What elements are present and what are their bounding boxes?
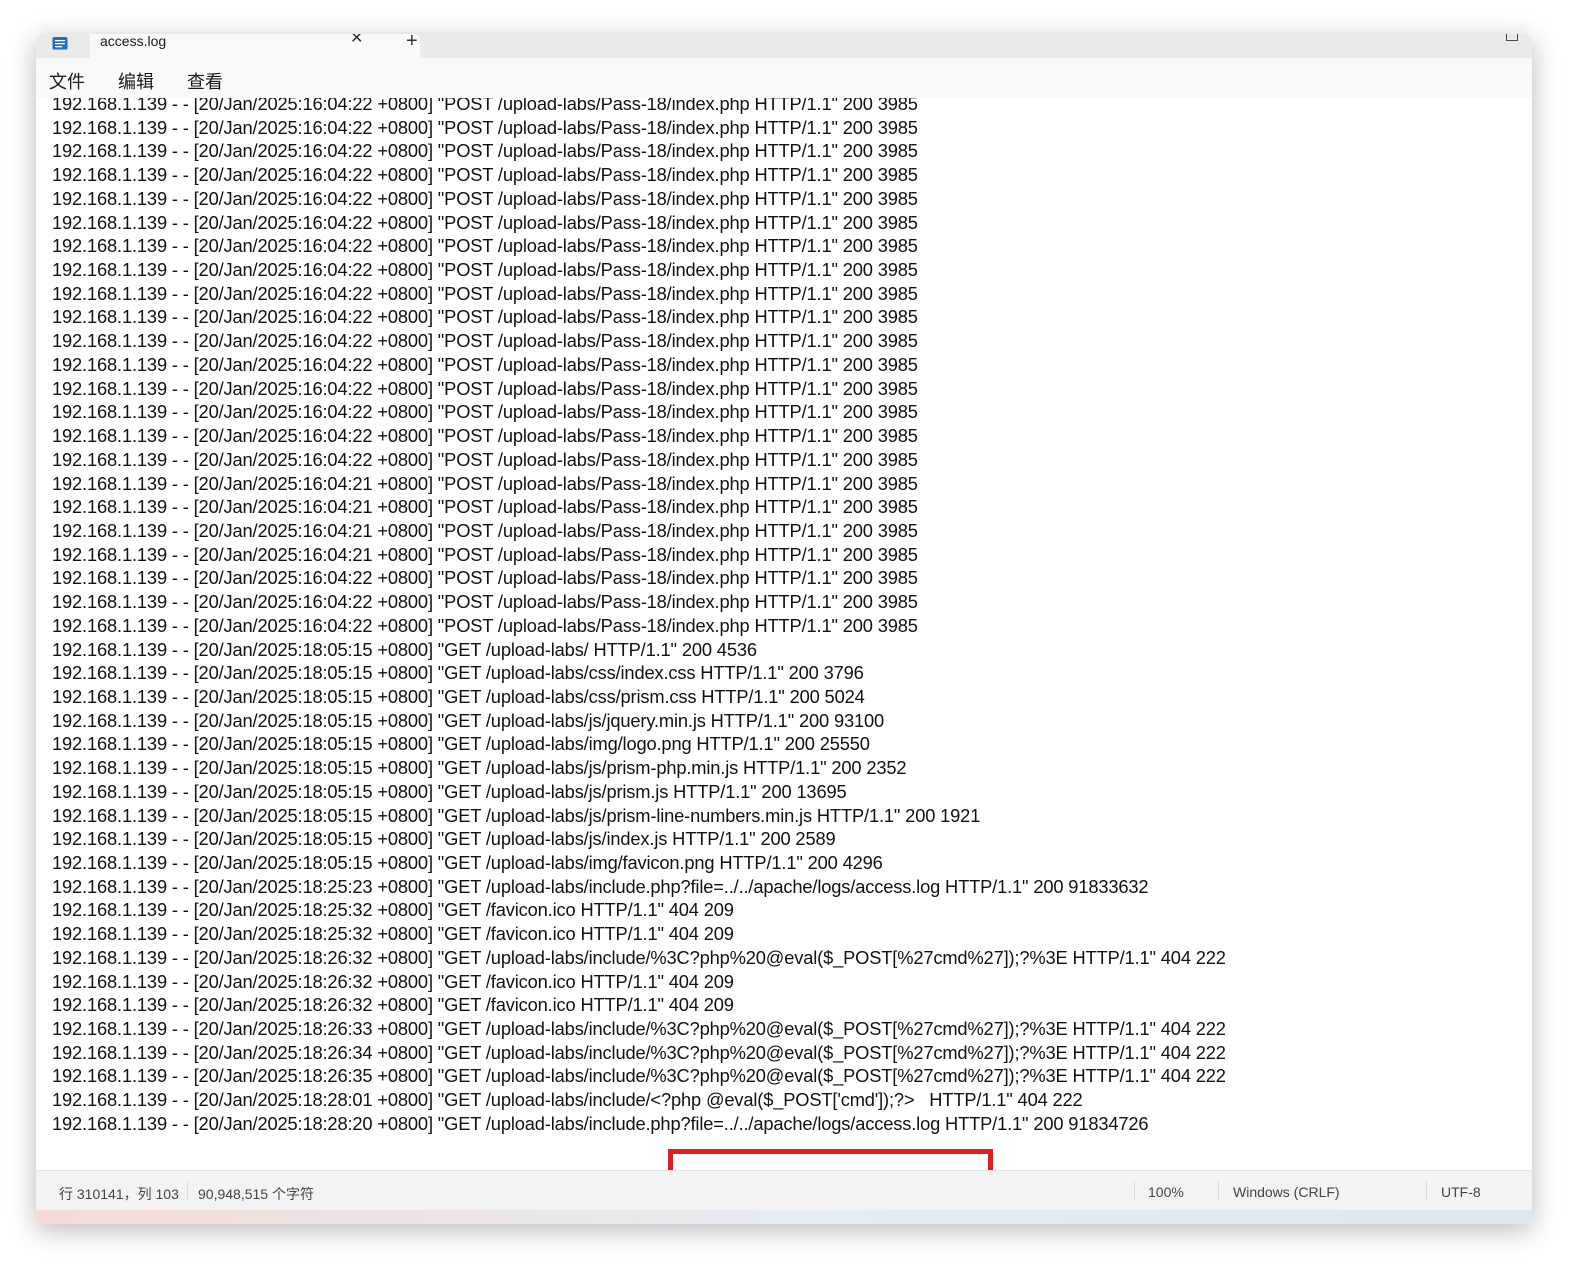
log-line: 192.168.1.139 - - [20/Jan/2025:16:04:22 … — [52, 448, 918, 470]
tab-access-log[interactable]: access.log ✕ — [90, 34, 420, 58]
log-line: 192.168.1.139 - - [20/Jan/2025:18:26:35 … — [52, 1065, 1226, 1087]
log-line: 192.168.1.139 - - [20/Jan/2025:18:25:32 … — [52, 923, 734, 945]
log-line: 192.168.1.139 - - [20/Jan/2025:18:26:32 … — [52, 994, 734, 1016]
log-line: 192.168.1.139 - - [20/Jan/2025:16:04:22 … — [52, 330, 918, 352]
log-line: 192.168.1.139 - - [20/Jan/2025:18:05:15 … — [52, 780, 847, 802]
log-line: 192.168.1.139 - - [20/Jan/2025:18:28:01 … — [52, 1089, 1083, 1111]
menu-edit[interactable]: 编辑 — [118, 68, 154, 94]
log-line: 192.168.1.139 - - [20/Jan/2025:18:05:15 … — [52, 662, 864, 684]
menu-file[interactable]: 文件 — [49, 68, 85, 94]
line-ending[interactable]: Windows (CRLF) — [1233, 1184, 1340, 1200]
log-line: 192.168.1.139 - - [20/Jan/2025:16:04:22 … — [52, 591, 918, 613]
log-line: 192.168.1.139 - - [20/Jan/2025:16:04:22 … — [52, 259, 918, 281]
log-line: 192.168.1.139 - - [20/Jan/2025:18:05:15 … — [52, 685, 865, 707]
log-line: 192.168.1.139 - - [20/Jan/2025:18:26:33 … — [52, 1018, 1226, 1040]
log-line: 192.168.1.139 - - [20/Jan/2025:18:05:15 … — [52, 733, 870, 755]
log-line: 192.168.1.139 - - [20/Jan/2025:16:04:22 … — [52, 306, 918, 328]
encoding[interactable]: UTF-8 — [1441, 1184, 1481, 1200]
plus-icon[interactable]: + — [406, 34, 418, 51]
log-line: 192.168.1.139 - - [20/Jan/2025:18:28:20 … — [52, 1112, 1149, 1134]
log-lines: 192.168.1.139 - - [20/Jan/2025:16:04:22 … — [52, 98, 1226, 1136]
log-line: 192.168.1.139 - - [20/Jan/2025:18:05:15 … — [52, 804, 981, 826]
log-line: 192.168.1.139 - - [20/Jan/2025:16:04:22 … — [52, 140, 918, 162]
cursor-position: 行 310141，列 103 — [59, 1186, 179, 1202]
log-line: 192.168.1.139 - - [20/Jan/2025:18:05:15 … — [52, 828, 836, 850]
menu-view[interactable]: 查看 — [187, 68, 223, 94]
character-count: 90,948,515 个字符 — [198, 1186, 314, 1202]
log-line: 192.168.1.139 - - [20/Jan/2025:16:04:22 … — [52, 377, 918, 399]
log-line: 192.168.1.139 - - [20/Jan/2025:18:05:15 … — [52, 638, 757, 660]
log-line: 192.168.1.139 - - [20/Jan/2025:18:25:23 … — [52, 875, 1149, 897]
log-line: 192.168.1.139 - - [20/Jan/2025:16:04:22 … — [52, 211, 918, 233]
log-line: 192.168.1.139 - - [20/Jan/2025:16:04:21 … — [52, 472, 918, 494]
log-line: 192.168.1.139 - - [20/Jan/2025:16:04:22 … — [52, 98, 918, 114]
tab-bar: access.log ✕ + — [36, 34, 1532, 58]
menu-bar: 文件 编辑 查看 — [36, 58, 1532, 98]
text-editor[interactable]: 192.168.1.139 - - [20/Jan/2025:16:04:22 … — [36, 98, 1532, 1170]
log-line: 192.168.1.139 - - [20/Jan/2025:18:05:15 … — [52, 757, 907, 779]
log-line: 192.168.1.139 - - [20/Jan/2025:16:04:22 … — [52, 425, 918, 447]
log-line: 192.168.1.139 - - [20/Jan/2025:18:05:15 … — [52, 852, 883, 873]
log-line: 192.168.1.139 - - [20/Jan/2025:16:04:22 … — [52, 567, 918, 589]
log-line: 192.168.1.139 - - [20/Jan/2025:18:25:32 … — [52, 899, 734, 921]
log-line: 192.168.1.139 - - [20/Jan/2025:16:04:22 … — [52, 235, 918, 257]
tab-title: access.log — [100, 34, 167, 49]
log-line: 192.168.1.139 - - [20/Jan/2025:18:05:15 … — [52, 709, 885, 731]
notepad-window: access.log ✕ + 文件 编辑 查看 192.168.1.139 - … — [36, 34, 1532, 1224]
log-line: 192.168.1.139 - - [20/Jan/2025:18:26:32 … — [52, 946, 1226, 968]
log-line: 192.168.1.139 - - [20/Jan/2025:18:26:32 … — [52, 970, 734, 992]
close-icon[interactable]: ✕ — [350, 34, 363, 47]
log-line: 192.168.1.139 - - [20/Jan/2025:16:04:22 … — [52, 401, 918, 423]
log-line: 192.168.1.139 - - [20/Jan/2025:16:04:22 … — [52, 187, 918, 209]
log-line: 192.168.1.139 - - [20/Jan/2025:18:26:34 … — [52, 1041, 1226, 1063]
status-bar: 行 310141，列 103 90,948,515 个字符 100% Windo… — [36, 1170, 1532, 1211]
restore-icon[interactable] — [1506, 34, 1518, 41]
log-line: 192.168.1.139 - - [20/Jan/2025:16:04:22 … — [52, 116, 918, 138]
taskbar-strip — [36, 1210, 1532, 1224]
log-line: 192.168.1.139 - - [20/Jan/2025:16:04:22 … — [52, 353, 918, 375]
log-line: 192.168.1.139 - - [20/Jan/2025:16:04:22 … — [52, 614, 918, 636]
highlight-box — [668, 1149, 993, 1170]
notepad-icon — [52, 37, 68, 50]
log-line: 192.168.1.139 - - [20/Jan/2025:16:04:22 … — [52, 164, 918, 186]
log-line: 192.168.1.139 - - [20/Jan/2025:16:04:21 … — [52, 496, 918, 518]
log-line: 192.168.1.139 - - [20/Jan/2025:16:04:21 … — [52, 543, 918, 565]
log-line: 192.168.1.139 - - [20/Jan/2025:16:04:21 … — [52, 519, 918, 541]
log-line: 192.168.1.139 - - [20/Jan/2025:16:04:22 … — [52, 282, 918, 304]
zoom-level[interactable]: 100% — [1148, 1184, 1184, 1200]
